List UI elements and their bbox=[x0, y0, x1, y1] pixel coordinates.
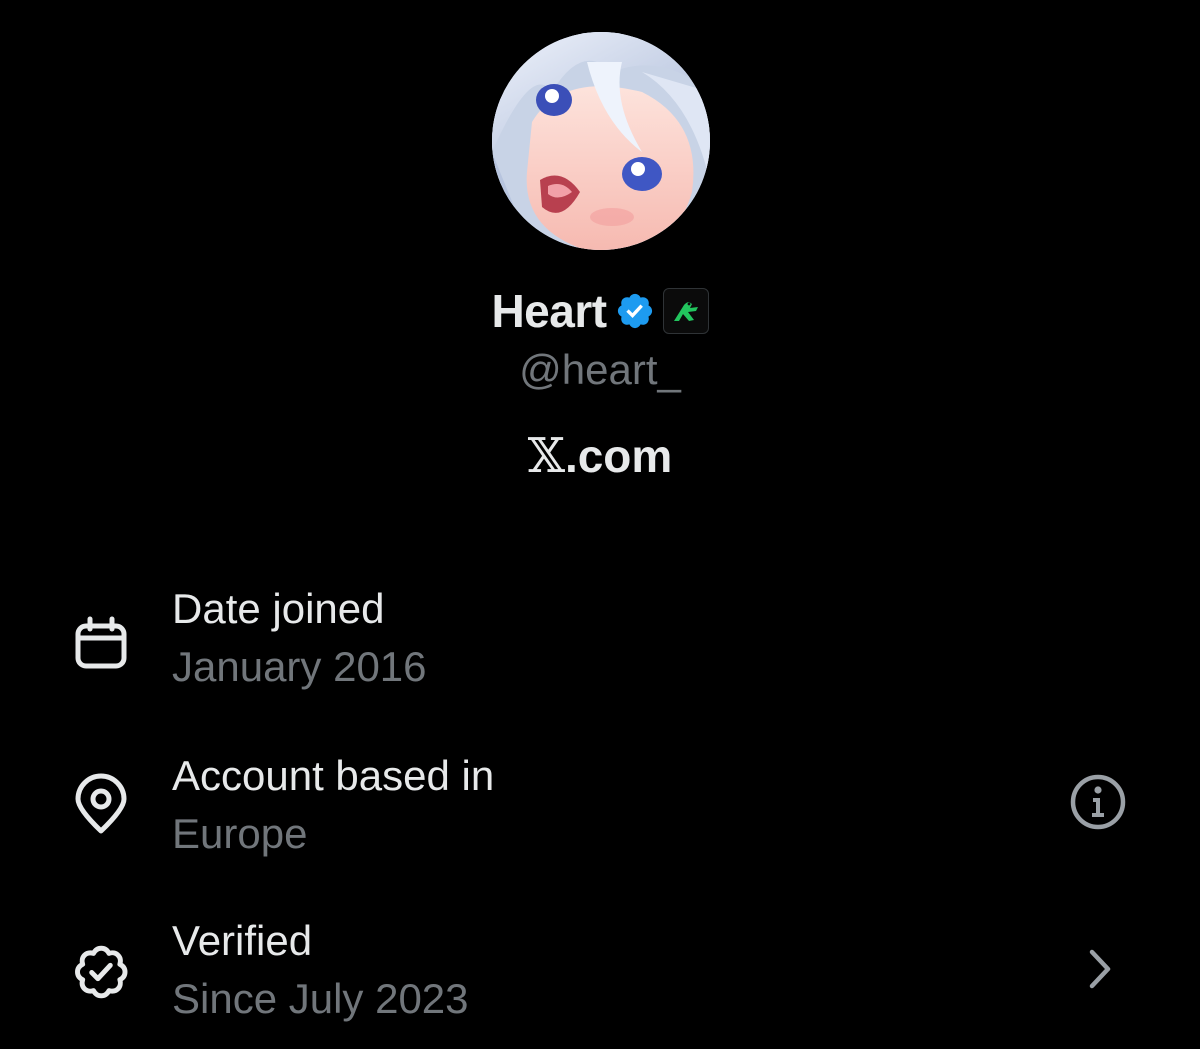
date-joined-value: January 2016 bbox=[172, 643, 427, 690]
avatar[interactable] bbox=[492, 32, 710, 250]
platform-label: 𝕏.com bbox=[0, 428, 1200, 484]
display-name: Heart bbox=[491, 285, 607, 337]
affiliate-frog-icon bbox=[673, 302, 698, 321]
chevron-right-icon[interactable] bbox=[1068, 937, 1132, 1001]
verified-badge-outline-icon bbox=[66, 937, 136, 1007]
date-joined-label: Date joined bbox=[172, 585, 385, 632]
calendar-icon bbox=[66, 609, 136, 679]
username-handle: @heart_ bbox=[519, 346, 681, 393]
verified-value: Since July 2023 bbox=[172, 975, 469, 1022]
location-pin-icon bbox=[66, 770, 136, 840]
avatar-image bbox=[492, 32, 710, 250]
info-row-date-joined: Date joined January 2016 bbox=[0, 585, 1200, 715]
account-based-in-value: Europe bbox=[172, 810, 308, 857]
info-row-account-based-in: Account based in Europe bbox=[0, 752, 1200, 882]
about-account-page: Heart @heart_ 𝕏.com Date joined January … bbox=[0, 0, 1200, 1049]
verified-check-icon[interactable] bbox=[615, 291, 655, 331]
affiliate-badge[interactable] bbox=[662, 288, 709, 334]
info-row-verified[interactable]: Verified Since July 2023 bbox=[0, 917, 1200, 1047]
platform-suffix: .com bbox=[564, 430, 673, 482]
verified-label: Verified bbox=[172, 917, 313, 964]
display-name-row: Heart bbox=[0, 284, 1200, 338]
x-logo-mark: 𝕏 bbox=[527, 428, 565, 484]
account-based-in-label: Account based in bbox=[172, 752, 495, 799]
info-icon[interactable] bbox=[1066, 770, 1130, 834]
